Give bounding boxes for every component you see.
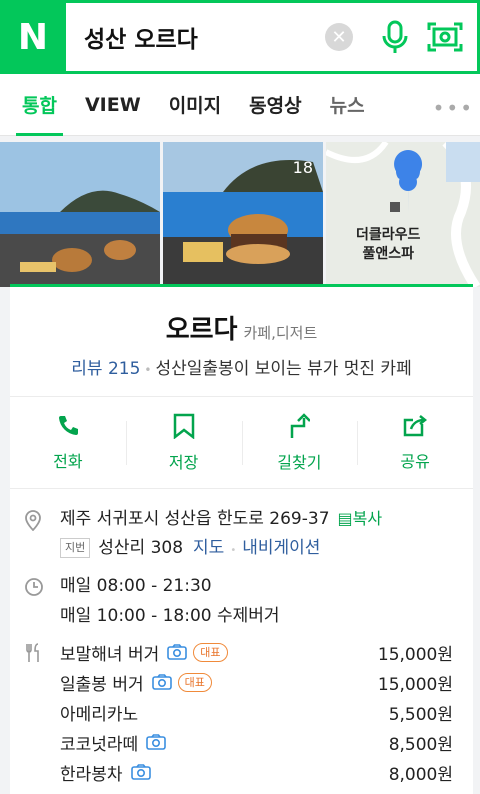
- menu-item-name: 코코넛라떼: [60, 734, 139, 755]
- directions-icon: [291, 412, 311, 438]
- share-label: 공유: [400, 451, 430, 471]
- menu-item[interactable]: 보말해녀 버거 대표 15,000원: [60, 637, 473, 667]
- menu-item-name: 일출봉 버거: [60, 674, 144, 695]
- menu-item-price: 5,500원: [388, 704, 453, 725]
- clear-icon[interactable]: ✕: [325, 23, 353, 51]
- microphone-icon[interactable]: [377, 19, 413, 55]
- road-address: 제주 서귀포시 성산읍 한도로 269-37: [60, 509, 330, 529]
- photo-2[interactable]: 18: [163, 142, 323, 287]
- map-label-line2: 풀앤스파: [362, 246, 414, 262]
- menu-list: 보말해녀 버거 대표 15,000원 일출봉 버거 대표 15,000원 아메리…: [10, 637, 473, 787]
- search-tabs: 통합 VIEW 이미지 동영상 뉴스 •••: [0, 74, 480, 136]
- map-poi-label: 더클라우드 풀앤스파: [356, 226, 420, 264]
- signature-badge: 대표: [177, 672, 212, 692]
- jibun-row: 지번 성산리 308 지도 • 내비게이션: [10, 533, 473, 563]
- signature-badge: 대표: [193, 642, 228, 662]
- utensils-icon: [26, 643, 39, 662]
- jibun-tag: 지번: [60, 538, 91, 558]
- camera-icon[interactable]: [130, 764, 151, 780]
- place-description: 성산일출봉이 보이는 뷰가 멋진 카페: [155, 359, 412, 379]
- navigation-link[interactable]: 내비게이션: [242, 538, 320, 558]
- save-button[interactable]: 저장: [125, 397, 242, 488]
- map-label-line1: 더클라우드: [356, 227, 421, 243]
- place-name[interactable]: 오르다: [166, 315, 238, 345]
- address-row: 제주 서귀포시 성산읍 한도로 269-37 ▤복사: [10, 505, 473, 533]
- save-label: 저장: [168, 452, 199, 472]
- directions-button[interactable]: 길찾기: [241, 397, 358, 488]
- hours-row: 매일 08:00 - 21:30 매일 10:00 - 18:00 수제버거: [10, 571, 473, 631]
- tab-view[interactable]: VIEW: [71, 74, 155, 136]
- phone-icon: [58, 415, 78, 435]
- menu-item[interactable]: 코코넛라떼 8,500원: [60, 727, 473, 757]
- hours-line-2: 매일 10:00 - 18:00 수제버거: [60, 606, 280, 626]
- menu-item[interactable]: 한라봉차 8,000원: [60, 757, 473, 787]
- more-tabs-icon[interactable]: •••: [433, 96, 474, 120]
- copy-icon: ▤: [337, 509, 353, 528]
- camera-icon[interactable]: [151, 674, 172, 690]
- menu-item-price: 15,000원: [377, 674, 453, 695]
- lens-icon[interactable]: [427, 19, 463, 55]
- bookmark-icon: [173, 413, 194, 439]
- menu-item-name: 아메리카노: [60, 704, 139, 725]
- share-icon: [403, 414, 428, 436]
- place-category: 카페,디저트: [243, 324, 318, 342]
- place-title: 오르다 카페,디저트: [10, 309, 473, 346]
- search-input[interactable]: 성산 오르다: [66, 20, 325, 54]
- menu-item-price: 8,000원: [388, 764, 453, 785]
- search-bar: N 성산 오르다 ✕: [0, 0, 480, 74]
- photo-strip: 18 더클라우드 풀앤스파: [0, 142, 480, 287]
- action-bar: 전화 저장 길찾기 공유: [10, 396, 473, 489]
- menu-item-name: 한라봉차: [60, 764, 123, 785]
- jibun-address: 성산리 308: [98, 538, 184, 558]
- share-button[interactable]: 공유: [357, 397, 473, 488]
- camera-icon[interactable]: [167, 644, 188, 660]
- menu-item[interactable]: 아메리카노 5,500원: [60, 697, 473, 727]
- tab-videos[interactable]: 동영상: [235, 74, 315, 136]
- menu-item[interactable]: 일출봉 버거 대표 15,000원: [60, 667, 473, 697]
- map-link[interactable]: 지도: [193, 538, 224, 558]
- map-thumbnail[interactable]: 더클라우드 풀앤스파: [326, 142, 480, 287]
- camera-icon[interactable]: [146, 734, 167, 750]
- photo-count: 18: [292, 158, 313, 177]
- location-pin-icon: [25, 510, 41, 531]
- menu-item-price: 8,500원: [388, 734, 453, 755]
- menu-item-name: 보말해녀 버거: [60, 644, 160, 665]
- tab-news[interactable]: 뉴스: [316, 74, 379, 136]
- place-info: 제주 서귀포시 성산읍 한도로 269-37 ▤복사 지번 성산리 308 지도 • 내비…: [10, 505, 473, 787]
- photo-1[interactable]: [0, 142, 160, 287]
- tab-images[interactable]: 이미지: [155, 74, 235, 136]
- place-summary: 리뷰 215 • 성산일출봉이 보이는 뷰가 멋진 카페: [71, 359, 412, 379]
- hours-line-1: 매일 08:00 - 21:30: [60, 576, 212, 596]
- call-button[interactable]: 전화: [10, 397, 126, 488]
- menu-item-price: 15,000원: [377, 644, 453, 665]
- copy-button[interactable]: ▤복사: [338, 509, 383, 528]
- place-card: 오르다 카페,디저트 리뷰 215 • 성산일출봉이 보이는 뷰가 멋진 카페 전화 …: [10, 284, 473, 794]
- call-label: 전화: [53, 451, 83, 471]
- copy-label: 복사: [352, 509, 383, 528]
- directions-label: 길찾기: [277, 452, 322, 472]
- logo-letter: N: [17, 16, 49, 58]
- tab-all[interactable]: 통합: [8, 74, 71, 136]
- review-link[interactable]: 리뷰 215: [71, 359, 140, 379]
- clock-icon: [25, 578, 43, 596]
- naver-logo[interactable]: N: [0, 0, 66, 74]
